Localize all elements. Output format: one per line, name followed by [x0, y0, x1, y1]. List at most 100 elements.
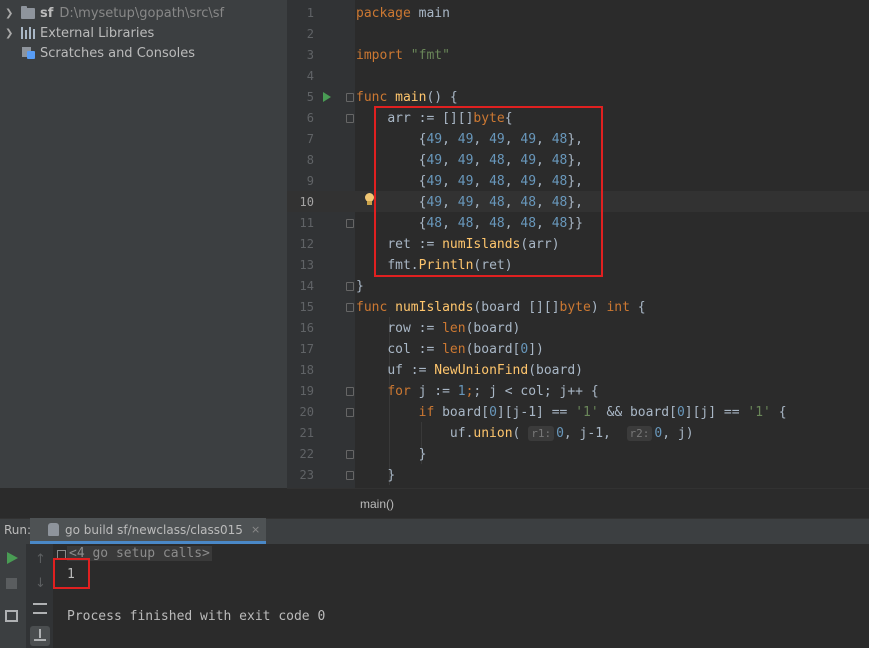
project-tool-window: [0, 0, 287, 488]
code-token: ; j < col; j++ {: [473, 384, 599, 399]
code-token: len: [442, 321, 466, 336]
tree-item-label: External Libraries: [40, 25, 155, 41]
line-number: 6: [306, 111, 314, 125]
code-line: if board[0][j-1] == '1' && board[0][j] =…: [356, 402, 787, 423]
chevron-right-icon[interactable]: ❯: [5, 8, 15, 19]
code-line: uf := NewUnionFind(board): [356, 360, 583, 381]
run-gutter-icon[interactable]: [323, 92, 331, 102]
code-token: }: [418, 447, 427, 462]
layout-icon[interactable]: [5, 610, 18, 622]
code-token: j :=: [410, 384, 458, 399]
code-token: package: [356, 6, 411, 21]
tree-item-path: D:\mysetup\gopath\src\sf: [59, 5, 225, 21]
code-token: import: [356, 48, 403, 63]
close-icon[interactable]: ×: [251, 523, 260, 536]
code-token: func: [356, 90, 388, 105]
code-line: for j := 1;; j < col; j++ {: [356, 381, 599, 402]
code-token: ]): [528, 342, 544, 357]
fold-icon[interactable]: [346, 93, 354, 102]
fold-icon[interactable]: [346, 219, 354, 228]
code-line: }: [356, 465, 395, 486]
arrow-down-icon[interactable]: ↓: [35, 576, 46, 591]
fold-icon[interactable]: [346, 303, 354, 312]
tree-item-scratches[interactable]: Scratches and Consoles: [0, 43, 195, 63]
code-line: row := len(board): [356, 318, 520, 339]
code-token: (board): [528, 363, 583, 378]
code-token: row :=: [387, 321, 443, 336]
code-token: && board[: [598, 405, 677, 420]
rerun-icon[interactable]: [7, 552, 18, 564]
run-label: Run:: [4, 523, 32, 537]
code-token: "fmt": [410, 48, 450, 63]
code-token: 1: [457, 384, 466, 399]
code-token: main: [395, 90, 427, 105]
code-line: func main() {: [356, 87, 458, 108]
line-number: 9: [306, 174, 314, 188]
stop-icon[interactable]: [6, 578, 17, 589]
code-token: ][j-1] ==: [496, 405, 576, 420]
run-tab-title: go build sf/newclass/class015: [65, 522, 243, 537]
code-token: 0: [489, 405, 497, 420]
highlight-box: [53, 558, 90, 589]
fold-icon[interactable]: [346, 471, 354, 480]
code-line: col := len(board[0]): [356, 339, 544, 360]
code-token: 0: [556, 426, 564, 441]
code-token: board[: [434, 405, 490, 420]
line-number: 12: [299, 237, 314, 251]
soft-wrap-icon[interactable]: [33, 603, 47, 614]
console-line: Process finished with exit code 0: [67, 607, 325, 627]
line-number: 2: [306, 27, 314, 41]
line-number: 16: [299, 321, 314, 335]
code-token: col :=: [387, 342, 443, 357]
code-token: main: [410, 6, 450, 21]
line-number: 14: [299, 279, 314, 293]
code-token: {: [629, 300, 646, 315]
library-icon: [21, 27, 35, 39]
go-build-icon: [48, 523, 59, 536]
code-token: (board): [465, 321, 521, 336]
fold-icon[interactable]: [346, 408, 354, 417]
code-token: ][j] ==: [684, 405, 748, 420]
tree-item-label: Scratches and Consoles: [40, 45, 196, 61]
code-token: for: [387, 384, 411, 399]
line-number: 20: [299, 405, 314, 419]
parameter-hint: r2:: [626, 426, 653, 441]
scroll-to-end-icon[interactable]: [30, 626, 50, 646]
fold-icon[interactable]: [346, 282, 354, 291]
line-number: 13: [299, 258, 314, 272]
line-number: 11: [299, 216, 314, 230]
code-token: (board [][]: [473, 300, 560, 315]
fold-icon[interactable]: [346, 387, 354, 396]
code-line: package main: [356, 3, 450, 24]
line-number: 7: [306, 132, 314, 146]
code-line: }: [356, 444, 427, 465]
breadcrumb[interactable]: main(): [360, 497, 394, 511]
line-number: 21: [299, 426, 314, 440]
arrow-up-icon[interactable]: ↑: [35, 552, 46, 567]
folder-icon: [21, 5, 35, 19]
line-number: 19: [299, 384, 314, 398]
code-token: byte: [559, 300, 591, 315]
code-line: }: [356, 276, 364, 297]
code-token: int: [606, 300, 630, 315]
line-number: 5: [306, 90, 314, 104]
line-number: 23: [299, 468, 314, 482]
tree-item-external-libraries[interactable]: ❯ External Libraries: [0, 23, 154, 43]
tree-item-sf[interactable]: ❯ sf D:\mysetup\gopath\src\sf: [0, 3, 224, 23]
code-token: len: [442, 342, 466, 357]
chevron-right-icon[interactable]: ❯: [5, 28, 15, 39]
line-number: 18: [299, 363, 314, 377]
fold-icon[interactable]: [346, 450, 354, 459]
code-token: union: [473, 426, 513, 441]
run-tab[interactable]: go build sf/newclass/class015 ×: [30, 518, 266, 544]
code-line: func numIslands(board [][]byte) int {: [356, 297, 646, 318]
code-token: 0: [676, 405, 685, 420]
code-line: import "fmt": [356, 45, 450, 66]
line-number: 17: [299, 342, 314, 356]
code-token: if: [418, 405, 435, 420]
code-token: uf :=: [387, 363, 435, 378]
code-token: , j): [662, 426, 694, 441]
fold-icon[interactable]: [346, 114, 354, 123]
exit-message: Process finished with exit code 0: [67, 609, 326, 624]
code-token: func: [356, 300, 388, 315]
